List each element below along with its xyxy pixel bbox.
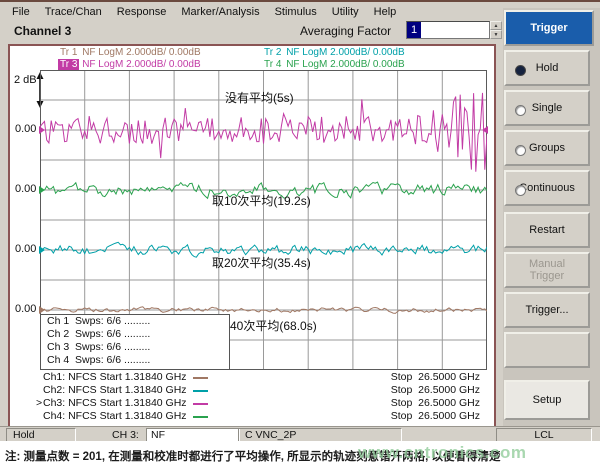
channel-row-ch4[interactable]: Ch4: NFCS Start 1.31840 GHz Stop 26.5000 … <box>36 410 480 423</box>
softkey-continuous[interactable]: Continuous <box>504 170 590 206</box>
channel-row-ch3[interactable]: >Ch3: NFCS Start 1.31840 GHz Stop 26.5000… <box>36 397 480 410</box>
radio-icon <box>515 65 526 76</box>
trace1-status: Tr 1 NF LogM 2.000dB/ 0.00dB <box>58 47 201 58</box>
softkey-label: Groups <box>529 142 565 154</box>
sweep-status-box: Ch 1 Swps: 6/6 ......... Ch 2 Swps: 6/6 … <box>40 314 230 370</box>
menu-utility[interactable]: Utility <box>332 6 359 18</box>
spinner-down-icon[interactable]: ▼ <box>490 30 502 39</box>
trace4-ref-marker-icon <box>39 186 45 194</box>
radio-icon <box>515 185 526 196</box>
softkey-blank[interactable] <box>504 332 590 368</box>
trace2-id[interactable]: Tr 2 <box>262 47 283 58</box>
radio-icon <box>515 145 526 156</box>
menu-response[interactable]: Response <box>117 6 167 18</box>
trace3-id[interactable]: Tr 3 <box>58 59 79 70</box>
softkey-menu: Trigger Hold Single Groups Continuous Re… <box>503 8 600 426</box>
channel-row-ch2[interactable]: Ch2: NFCS Start 1.31840 GHz Stop 26.5000 … <box>36 384 480 397</box>
annotation-20-averages: 取20次平均(35.4s) <box>212 254 311 271</box>
trace4-def: NF LogM 2.000dB/ 0.00dB <box>283 59 404 70</box>
channel-stop-text: Stop 26.5000 GHz <box>391 397 480 410</box>
annotation-no-averaging: 没有平均(5s) <box>225 89 294 106</box>
channel-start-text: Ch4: NFCS Start 1.31840 GHz <box>43 410 187 423</box>
softkey-label: Single <box>532 102 563 114</box>
analyzer-window: File Trace/Chan Response Marker/Analysis… <box>0 0 600 441</box>
softkey-label: Manual <box>529 258 565 270</box>
softkey-manual-trigger: ManualTrigger <box>504 252 590 288</box>
watermark-text: www.cntronics.com <box>358 443 526 463</box>
softkey-label: Continuous <box>519 182 575 194</box>
sweep-status-ch1: Ch 1 Swps: 6/6 ......... <box>41 315 229 328</box>
ref-level-2: 0.00 <box>15 183 41 195</box>
annotation-40-averages: 取40次平均(68.0s) <box>218 317 317 334</box>
radio-icon <box>515 105 526 116</box>
status-channel-label: CH 3: <box>112 429 139 441</box>
menu-trace-chan[interactable]: Trace/Chan <box>45 6 102 18</box>
trace3-right-ref-marker-icon <box>482 126 488 134</box>
sweep-status-ch2: Ch 2 Swps: 6/6 ......... <box>41 328 229 341</box>
active-channel-marker: > <box>36 397 43 410</box>
trace1-def: NF LogM 2.000dB/ 0.00dB <box>79 47 200 58</box>
menu-stimulus[interactable]: Stimulus <box>275 6 317 18</box>
averaging-factor-spinner: ▲ ▼ <box>490 21 502 39</box>
softkey-setup[interactable]: Setup <box>504 380 590 420</box>
ref-level-3: 0.00 <box>15 243 41 255</box>
trace4-status: Tr 4 NF LogM 2.000dB/ 0.00dB <box>262 59 405 70</box>
trace3-ref-marker-icon <box>39 126 45 134</box>
sweep-status-ch4: Ch 4 Swps: 6/6 ......... <box>41 354 229 367</box>
averaging-factor-value: 1 <box>407 22 421 38</box>
spinner-up-icon[interactable]: ▲ <box>490 21 502 30</box>
averaging-factor-input[interactable]: 1 <box>406 21 490 39</box>
ref-level-4: 0.00 <box>15 303 41 315</box>
annotation-10-averages: 取10次平均(19.2s) <box>212 192 311 209</box>
softkey-restart[interactable]: Restart <box>504 212 590 248</box>
trace1-legend-dash-icon <box>193 377 208 379</box>
channel-start-text: Ch3: NFCS Start 1.31840 GHz <box>43 397 187 410</box>
channel-start-text: Ch1: NFCS Start 1.31840 GHz <box>43 371 187 384</box>
channel-start-text: Ch2: NFCS Start 1.31840 GHz <box>43 384 187 397</box>
softkey-trigger-dialog[interactable]: Trigger... <box>504 292 590 328</box>
channel-title: Channel 3 <box>14 24 71 38</box>
trace3-status: Tr 3 NF LogM 2.000dB/ 0.00dB <box>58 59 201 70</box>
trace4-legend-dash-icon <box>193 416 208 418</box>
softkey-single[interactable]: Single <box>504 90 590 126</box>
menu-help[interactable]: Help <box>374 6 397 18</box>
channel-row-ch1[interactable]: Ch1: NFCS Start 1.31840 GHz Stop 26.5000 … <box>36 371 480 384</box>
ref-level-1: 0.00 <box>15 123 41 135</box>
menu-file[interactable]: File <box>12 6 30 18</box>
trace3-legend-dash-icon <box>193 403 208 405</box>
plot-area: 没有平均(5s) 取10次平均(19.2s) 取20次平均(35.4s) 取40… <box>40 70 487 370</box>
softkey-label: Trigger <box>529 270 565 282</box>
softkey-groups[interactable]: Groups <box>504 130 590 166</box>
menu-marker-analysis[interactable]: Marker/Analysis <box>181 6 259 18</box>
trace1-ref-marker-icon <box>39 306 45 314</box>
softkey-hold[interactable]: Hold <box>504 50 590 86</box>
softkey-label: Hold <box>536 62 559 74</box>
trace2-ref-marker-icon <box>39 246 45 254</box>
trace2-legend-dash-icon <box>193 390 208 392</box>
channel-frequency-list: Ch1: NFCS Start 1.31840 GHz Stop 26.5000 … <box>36 371 480 423</box>
figure-caption-area: 注: 测量点数 = 201, 在测量和校准时都进行了平均操作, 所显示的轨迹刻意… <box>0 441 600 469</box>
trace4-id[interactable]: Tr 4 <box>262 59 283 70</box>
trace2-status: Tr 2 NF LogM 2.000dB/ 0.00dB <box>262 47 405 58</box>
trace2-def: NF LogM 2.000dB/ 0.00dB <box>283 47 404 58</box>
sweep-status-ch3: Ch 3 Swps: 6/6 ......... <box>41 341 229 354</box>
channel-stop-text: Stop 26.5000 GHz <box>391 371 480 384</box>
averaging-factor-label: Averaging Factor <box>300 24 391 38</box>
instrument-display: Tr 1 NF LogM 2.000dB/ 0.00dB Tr 2 NF Log… <box>8 44 496 428</box>
channel-stop-text: Stop 26.5000 GHz <box>391 410 480 423</box>
trace3-def: NF LogM 2.000dB/ 0.00dB <box>79 59 200 70</box>
softkey-menu-title: Trigger <box>504 10 594 46</box>
channel-stop-text: Stop 26.5000 GHz <box>391 384 480 397</box>
trace1-id[interactable]: Tr 1 <box>58 47 79 58</box>
